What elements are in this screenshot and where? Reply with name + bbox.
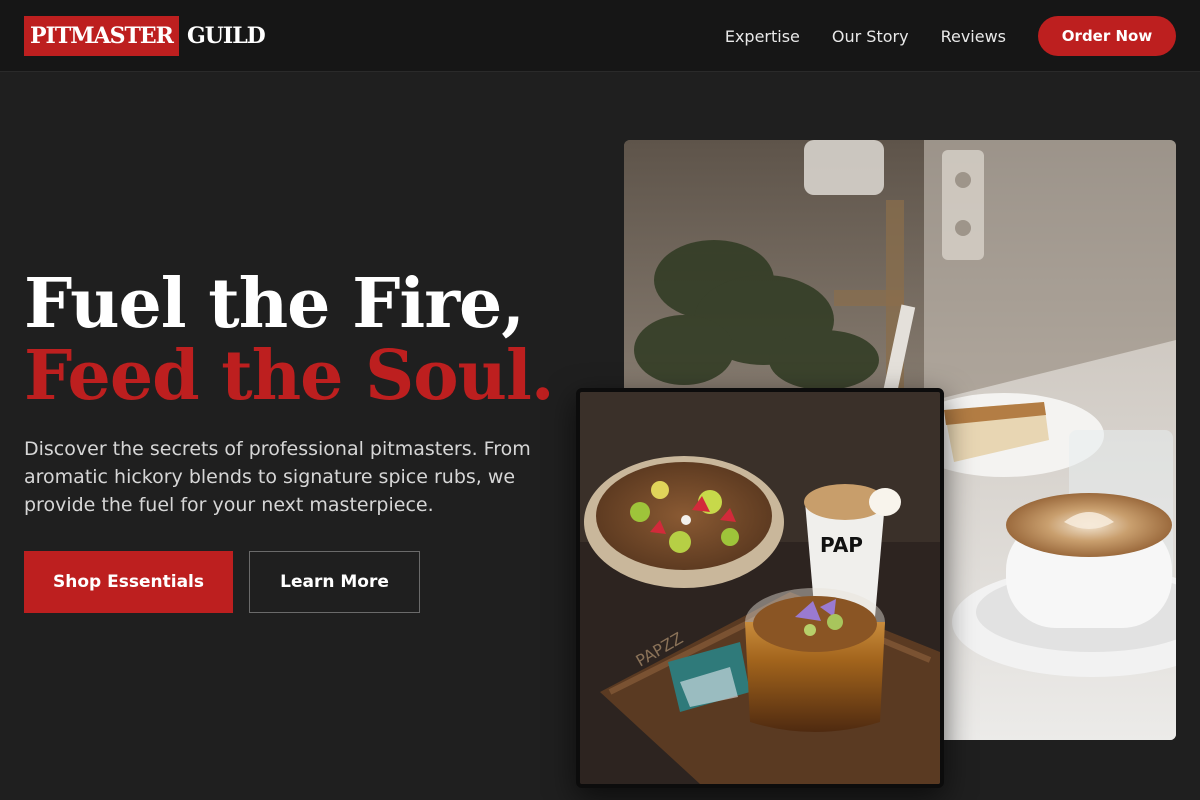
nav-link-reviews[interactable]: Reviews xyxy=(941,27,1006,46)
headline-line-2: Feed the Soul. xyxy=(24,336,555,416)
logo-word: GUILD xyxy=(186,23,266,49)
top-navbar: PITMASTER GUILD Expertise Our Story Revi… xyxy=(0,0,1200,72)
learn-more-button[interactable]: Learn More xyxy=(249,551,420,613)
cup-print: PAP xyxy=(820,533,863,557)
nav-links: Expertise Our Story Reviews xyxy=(693,0,1006,72)
brand-logo[interactable]: PITMASTER GUILD xyxy=(24,16,266,56)
logo-mark: PITMASTER xyxy=(24,16,179,56)
headline-line-1: Fuel the Fire, xyxy=(24,264,525,344)
nav-link-expertise[interactable]: Expertise xyxy=(725,27,800,46)
shop-essentials-button[interactable]: Shop Essentials xyxy=(24,551,233,613)
order-now-button[interactable]: Order Now xyxy=(1038,16,1176,56)
hero-photo-food: PAP PAPZZ xyxy=(576,388,944,788)
hero-description: Discover the secrets of professional pit… xyxy=(24,438,531,516)
hero-headline: Fuel the Fire, Feed the Soul. xyxy=(24,268,584,412)
nav-link-our-story[interactable]: Our Story xyxy=(832,27,909,46)
